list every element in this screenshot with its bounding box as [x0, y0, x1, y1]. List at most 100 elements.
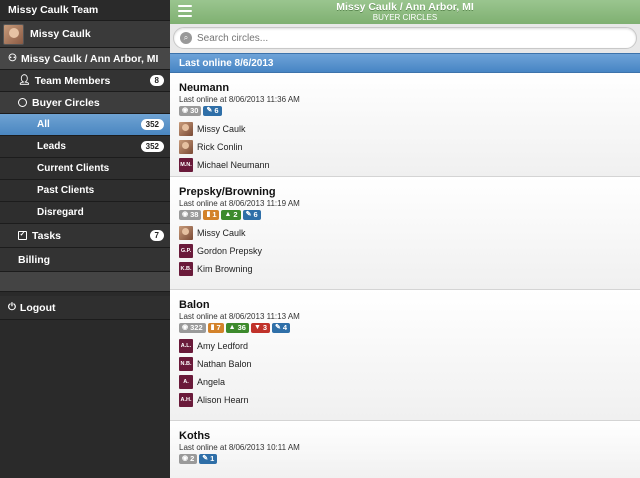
sidebar-item-all[interactable]: All 352	[0, 114, 170, 136]
sidebar-item-label: Tasks	[32, 229, 61, 242]
stats-row: ◉ 322 ▮ 7 ▲ 36 ▼ 3 ✎ 4	[179, 323, 631, 333]
team-name[interactable]: Missy Caulk Team	[0, 0, 170, 21]
comments-stat: ✎ 6	[203, 106, 222, 116]
bookmark-icon: ▮	[210, 324, 215, 331]
sidebar-item-label: All	[37, 119, 50, 130]
menu-icon[interactable]	[178, 5, 192, 17]
comments-stat: ✎ 6	[242, 210, 261, 220]
main-content: Missy Caulk / Ann Arbor, MI BUYER CIRCLE…	[170, 0, 640, 478]
member-row: A.L. Amy Ledford	[179, 337, 631, 355]
member-initials: N.B.	[179, 357, 193, 371]
member-row: K.B. Kim Browning	[179, 260, 631, 278]
bookmark-count: 1	[212, 210, 217, 219]
likes-count: 2	[233, 210, 238, 219]
search-input[interactable]	[197, 32, 597, 44]
comment-icon: ✎	[245, 211, 252, 218]
sidebar-item-leads[interactable]: Leads 352	[0, 136, 170, 158]
bookmark-count: 7	[216, 323, 221, 332]
circle-list: Neumann Last online at 8/06/2013 11:36 A…	[170, 73, 640, 478]
person-icon: 👤︎	[18, 75, 31, 86]
circle-icon	[18, 98, 27, 107]
member-initials: K.B.	[179, 262, 193, 276]
comments-count: 6	[253, 210, 258, 219]
member-initials: A.	[179, 375, 193, 389]
comment-icon: ✎	[206, 107, 213, 114]
member-row: A.H. Alison Hearn	[179, 391, 631, 409]
member-initials: M.N.	[179, 158, 193, 172]
member-name: Alison Hearn	[197, 395, 249, 405]
user-name: Missy Caulk	[30, 28, 91, 40]
logout-button[interactable]: ⏻ Logout	[0, 296, 170, 320]
sidebar-item-label: Disregard	[37, 207, 84, 218]
dislikes-stat: ▼ 3	[250, 323, 271, 333]
views-count: 2	[190, 454, 195, 463]
comments-count: 6	[214, 106, 219, 115]
comment-icon: ✎	[275, 324, 281, 331]
member-name: Angela	[197, 377, 226, 387]
sidebar-item-label: Leads	[37, 141, 66, 152]
thumbs-up-icon: ▲	[224, 211, 232, 218]
member-photo	[179, 140, 193, 154]
member-row: M.N. Michael Neumann	[179, 156, 631, 174]
eye-icon: ◉	[182, 107, 189, 114]
sidebar-divider	[0, 272, 170, 292]
member-name: Missy Caulk	[197, 228, 246, 238]
circle-card[interactable]: Balon Last online at 8/06/2013 11:13 AM …	[170, 290, 640, 421]
views-count: 38	[190, 210, 199, 219]
member-row: N.B. Nathan Balon	[179, 355, 631, 373]
eye-icon: ◉	[182, 324, 189, 331]
member-row: Missy Caulk	[179, 224, 631, 242]
member-name: Rick Conlin	[197, 142, 243, 152]
search-box[interactable]: ⌕	[173, 27, 637, 49]
circle-card[interactable]: Neumann Last online at 8/06/2013 11:36 A…	[170, 73, 640, 177]
search-icon: ⌕	[180, 32, 192, 44]
power-icon: ⏻	[8, 302, 16, 313]
dislikes-count: 3	[262, 323, 268, 332]
views-count: 30	[190, 106, 199, 115]
stats-row: ◉ 2 ✎ 1	[179, 454, 631, 464]
user-profile[interactable]: Missy Caulk	[0, 21, 170, 48]
sidebar-item-label: Team Members	[34, 74, 111, 87]
circle-name: Balon	[179, 299, 210, 311]
logout-label: Logout	[19, 301, 56, 314]
member-row: G.P. Gordon Prepsky	[179, 242, 631, 260]
circle-name: Prepsky/Browning	[179, 186, 276, 198]
member-row: Rick Conlin	[179, 138, 631, 156]
count-badge: 8	[149, 75, 164, 86]
sidebar-item-disregard[interactable]: Disregard	[0, 202, 170, 224]
sidebar-item-billing[interactable]: Billing	[0, 248, 170, 272]
comments-stat: ✎ 4	[272, 323, 291, 333]
sidebar: Missy Caulk Team Missy Caulk ⚇ Missy Cau…	[0, 0, 170, 478]
circle-card[interactable]: Prepsky/Browning Last online at 8/06/201…	[170, 177, 640, 290]
member-row: A. Angela	[179, 373, 631, 391]
circle-card[interactable]: Koths Last online at 8/06/2013 10:11 AM …	[170, 421, 640, 478]
sidebar-item-label: Buyer Circles	[32, 96, 100, 109]
sidebar-item-current-clients[interactable]: Current Clients	[0, 158, 170, 180]
page-subtitle: BUYER CIRCLES	[372, 13, 438, 22]
page-title: Missy Caulk / Ann Arbor, MI	[336, 1, 474, 13]
eye-icon: ◉	[182, 455, 189, 462]
likes-count: 36	[237, 323, 246, 332]
member-initials: A.L.	[179, 339, 193, 353]
member-name: Missy Caulk	[197, 124, 246, 134]
location-item[interactable]: ⚇ Missy Caulk / Ann Arbor, MI	[0, 48, 170, 70]
last-online: Last online at 8/06/2013 11:36 AM	[179, 95, 300, 104]
team-name-label: Missy Caulk Team	[8, 4, 99, 16]
last-online: Last online at 8/06/2013 10:11 AM	[179, 443, 300, 452]
member-name: Michael Neumann	[197, 160, 270, 170]
member-name: Kim Browning	[197, 264, 253, 274]
views-stat: ◉ 2	[179, 454, 198, 464]
stats-row: ◉ 38 ▮ 1 ▲ 2 ✎ 6	[179, 210, 631, 220]
bookmark-stat: ▮ 7	[207, 323, 224, 333]
sidebar-item-buyer-circles[interactable]: Buyer Circles	[0, 92, 170, 114]
count-badge: 352	[140, 119, 164, 130]
app-header: Missy Caulk / Ann Arbor, MI BUYER CIRCLE…	[170, 0, 640, 24]
thumbs-up-icon: ▲	[228, 324, 236, 331]
bookmark-icon: ▮	[206, 211, 211, 218]
sidebar-item-team-members[interactable]: 👤︎ Team Members 8	[0, 70, 170, 92]
sidebar-item-label: Billing	[18, 253, 51, 266]
sidebar-item-tasks[interactable]: ✓ Tasks 7	[0, 224, 170, 248]
sidebar-item-past-clients[interactable]: Past Clients	[0, 180, 170, 202]
likes-stat: ▲ 36	[225, 323, 249, 333]
sidebar-item-label: Past Clients	[37, 185, 95, 196]
